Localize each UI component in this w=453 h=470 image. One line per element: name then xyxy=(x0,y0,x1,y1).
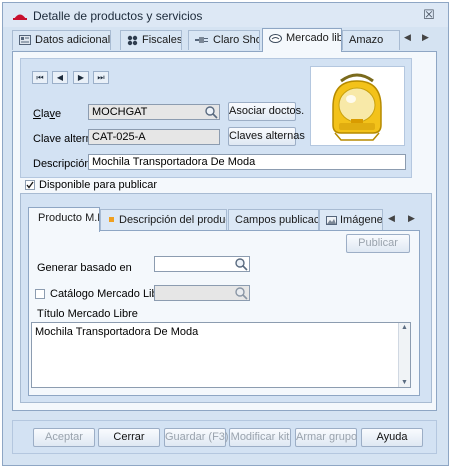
subtab-label: Descripción del producto xyxy=(119,214,226,226)
armar-grupo-button[interactable]: Armar grupo xyxy=(295,428,357,447)
last-icon: ⏭ xyxy=(97,73,105,82)
tab-claro-shop[interactable]: Claro Shop xyxy=(188,30,260,50)
titulo-value: Mochila Transportadora De Moda xyxy=(35,326,199,338)
ayuda-button[interactable]: Ayuda xyxy=(361,428,423,447)
clave-field[interactable]: MOCHGAT xyxy=(88,104,220,120)
sub-tabs: Producto M.L Descripción del producto Ca… xyxy=(28,207,423,232)
search-icon[interactable] xyxy=(234,257,248,271)
titulo-textarea[interactable]: Mochila Transportadora De Moda ▲ ▼ xyxy=(31,322,411,388)
descripcion-field[interactable]: Mochila Transportadora De Moda xyxy=(88,154,406,170)
tab-datos-adicionales[interactable]: Datos adicionales xyxy=(12,30,111,50)
subtab-label: Campos publicación xyxy=(235,214,319,226)
clave-alterna-field[interactable]: CAT-025-A xyxy=(88,129,220,145)
subtab-producto-ml[interactable]: Producto M.L xyxy=(28,207,100,232)
image-icon xyxy=(326,215,337,225)
subtab-scroll-right-icon[interactable]: ▶ xyxy=(408,213,415,224)
disponible-checkbox[interactable] xyxy=(25,180,35,190)
app-icon xyxy=(13,14,27,20)
title-bar: Detalle de productos y servicios ☒ xyxy=(3,3,448,27)
aceptar-button[interactable]: Aceptar xyxy=(33,428,95,447)
publicar-button[interactable]: Publicar xyxy=(346,234,410,253)
backpack-image xyxy=(332,73,382,141)
tab-label: Datos adicionales xyxy=(35,34,111,46)
vertical-scrollbar[interactable]: ▲ ▼ xyxy=(398,323,410,387)
scroll-down-icon[interactable]: ▼ xyxy=(401,379,408,386)
next-record-button[interactable]: ▶ xyxy=(73,71,89,84)
titulo-label: Título Mercado Libre xyxy=(37,308,138,320)
close-icon[interactable]: ☒ xyxy=(421,7,437,23)
top-tabs: Datos adicionales Fiscales Claro Shop Me… xyxy=(12,28,437,52)
subtab-label: Imágenes xyxy=(340,214,383,226)
clave-label: Clave xyxy=(33,108,62,120)
disponible-label: Disponible para publicar xyxy=(39,179,158,191)
next-icon: ▶ xyxy=(77,73,85,82)
tab-label: Fiscales xyxy=(142,34,182,46)
plug-icon xyxy=(195,37,208,44)
previous-record-button[interactable]: ◀ xyxy=(52,71,68,84)
search-icon[interactable] xyxy=(204,105,218,119)
last-record-button[interactable]: ⏭ xyxy=(93,71,109,84)
tab-fiscales[interactable]: Fiscales xyxy=(120,30,182,50)
previous-icon: ◀ xyxy=(56,73,64,82)
tab-label: Claro Shop xyxy=(213,34,259,46)
descripcion-value: Mochila Transportadora De Moda xyxy=(92,156,256,168)
claves-alternas-button[interactable]: Claves alternas xyxy=(228,127,305,146)
modificar-kit-button[interactable]: Modificar kit xyxy=(229,428,291,447)
clave-value: MOCHGAT xyxy=(92,106,148,118)
cerrar-button[interactable]: Cerrar xyxy=(98,428,160,447)
generar-label: Generar basado en xyxy=(37,262,132,274)
scroll-up-icon[interactable]: ▲ xyxy=(401,324,408,331)
catalogo-label: Catálogo Mercado Libre xyxy=(50,288,168,300)
grid-icon xyxy=(127,35,138,45)
tab-scroll-left-icon[interactable]: ◀ xyxy=(404,32,411,43)
checkmark-icon xyxy=(26,181,34,189)
subtab-label: Producto M.L xyxy=(38,212,100,224)
subtab-campos-publicacion[interactable]: Campos publicación xyxy=(228,209,319,231)
search-icon[interactable] xyxy=(234,286,248,300)
guardar-button[interactable]: Guardar (F3) xyxy=(164,428,229,447)
tab-label: Mercado libre xyxy=(286,32,341,44)
product-image xyxy=(310,66,405,146)
first-icon: ⏮ xyxy=(36,73,44,82)
tab-label: Amazo xyxy=(349,34,384,46)
catalogo-checkbox[interactable] xyxy=(35,289,45,299)
tab-amazon[interactable]: Amazo xyxy=(342,30,400,50)
handshake-icon xyxy=(269,33,282,43)
asociar-doctos-button[interactable]: Asociar doctos. xyxy=(228,102,304,121)
clave-alterna-value: CAT-025-A xyxy=(92,131,146,143)
subtab-imagenes[interactable]: Imágenes xyxy=(319,209,383,231)
descripcion-label: Descripción xyxy=(33,158,91,170)
window-title: Detalle de productos y servicios xyxy=(33,9,203,23)
card-icon xyxy=(19,35,31,46)
subtab-scroll-left-icon[interactable]: ◀ xyxy=(388,213,395,224)
tab-scroll-right-icon[interactable]: ▶ xyxy=(422,32,429,43)
tab-mercado-libre[interactable]: Mercado libre xyxy=(262,28,342,52)
subtab-descripcion-producto[interactable]: Descripción del producto xyxy=(100,209,227,231)
bullet-icon xyxy=(109,217,114,223)
first-record-button[interactable]: ⏮ xyxy=(32,71,48,84)
